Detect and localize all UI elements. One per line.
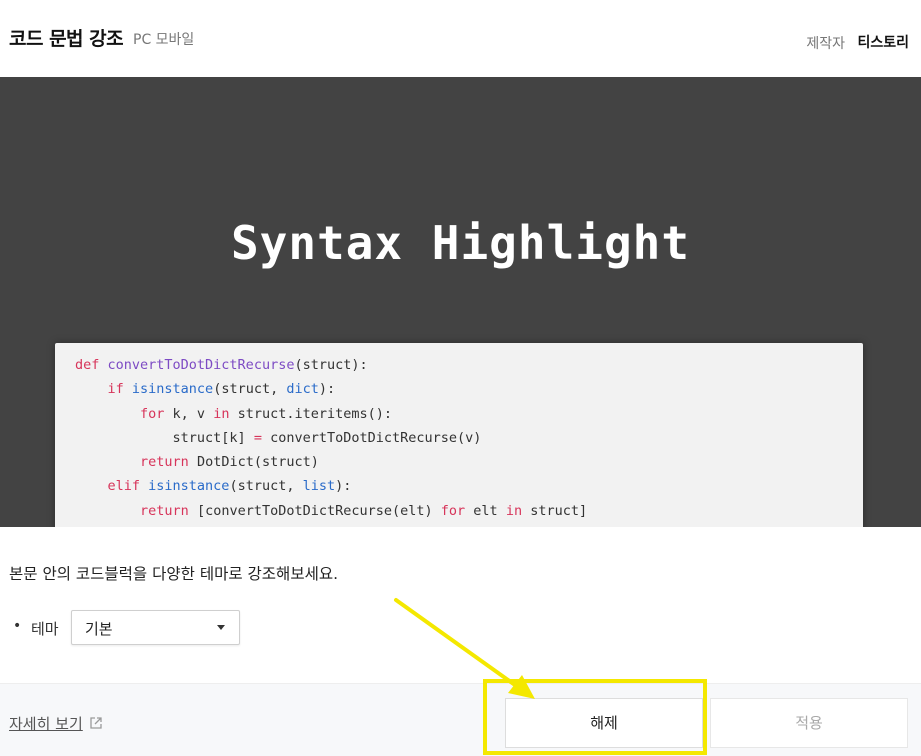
maker-label: 제작자 [806,36,845,52]
release-button[interactable]: 해제 [505,698,703,748]
code-token: convertToDotDictRecurse [107,357,295,373]
code-token: in [505,502,531,519]
code-token: (struct): [294,357,368,373]
code-token: for [140,405,173,422]
plugin-title: 코드 문법 강조 [9,28,124,50]
code-token: if [107,381,132,398]
footer: 자세히 보기 해제 적용 [0,683,921,756]
apply-button[interactable]: 적용 [710,698,908,748]
preview-banner: Syntax Highlight def convertToDotDictRec… [0,77,921,527]
code-token: isinstance [148,478,230,495]
code-token: struct[k] [75,429,254,446]
code-token: list [302,478,336,495]
code-token: convertToDotDictRecurse(v) [270,429,482,446]
maker-name: 티스토리 [857,35,909,51]
external-link-icon[interactable] [88,715,104,731]
code-line: return DotDict(struct) [75,450,863,474]
code-line: if isinstance(struct, dict): [75,377,863,401]
code-token: (struct, [229,478,303,495]
code-line: elif isinstance(struct, list): [75,474,863,498]
code-token: ): [318,381,336,398]
code-token: elt [473,502,506,519]
code-token: in [213,405,238,422]
code-line: def convertToDotDictRecurse(struct): [75,353,863,377]
theme-select-value: 기본 [85,620,113,638]
arrow-annotation-icon [394,598,524,692]
theme-label: 테마 [31,620,59,638]
code-token: isinstance [131,381,214,398]
code-token: DotDict(struct) [196,454,319,471]
code-token: ): [335,478,352,495]
theme-select[interactable]: 기본 [71,610,240,645]
plugin-description: 본문 안의 코드블럭을 다양한 테마로 강조해보세요. [9,565,339,583]
code-token: struct] [530,502,588,519]
caret-down-icon [217,625,225,630]
bullet: • [13,618,22,634]
code-token: dict [286,381,319,398]
code-token: def [75,357,108,373]
code-line: struct[k] = convertToDotDictRecurse(v) [75,426,863,450]
platform-tag: PC 모바일 [133,32,195,48]
code-token: (struct, [213,381,287,398]
header: 코드 문법 강조 PC 모바일 제작자 티스토리 [0,0,921,77]
code-line: return [convertToDotDictRecurse(elt) for… [75,499,863,523]
code-token: struct.iteritems(): [237,405,393,422]
more-info-link[interactable]: 자세히 보기 [9,713,83,734]
code-preview: def convertToDotDictRecurse(struct): if … [55,343,863,527]
code-token: = [253,429,271,446]
code-token: return [140,502,197,519]
code-token: k, v [172,405,214,422]
code-token: elif [107,478,149,495]
code-token: [convertToDotDictRecurse(elt) [196,502,441,519]
code-token: return [140,454,197,471]
code-token: for [440,502,474,519]
preview-title: Syntax Highlight [230,216,691,270]
code-line: for k, v in struct.iteritems(): [75,402,863,426]
